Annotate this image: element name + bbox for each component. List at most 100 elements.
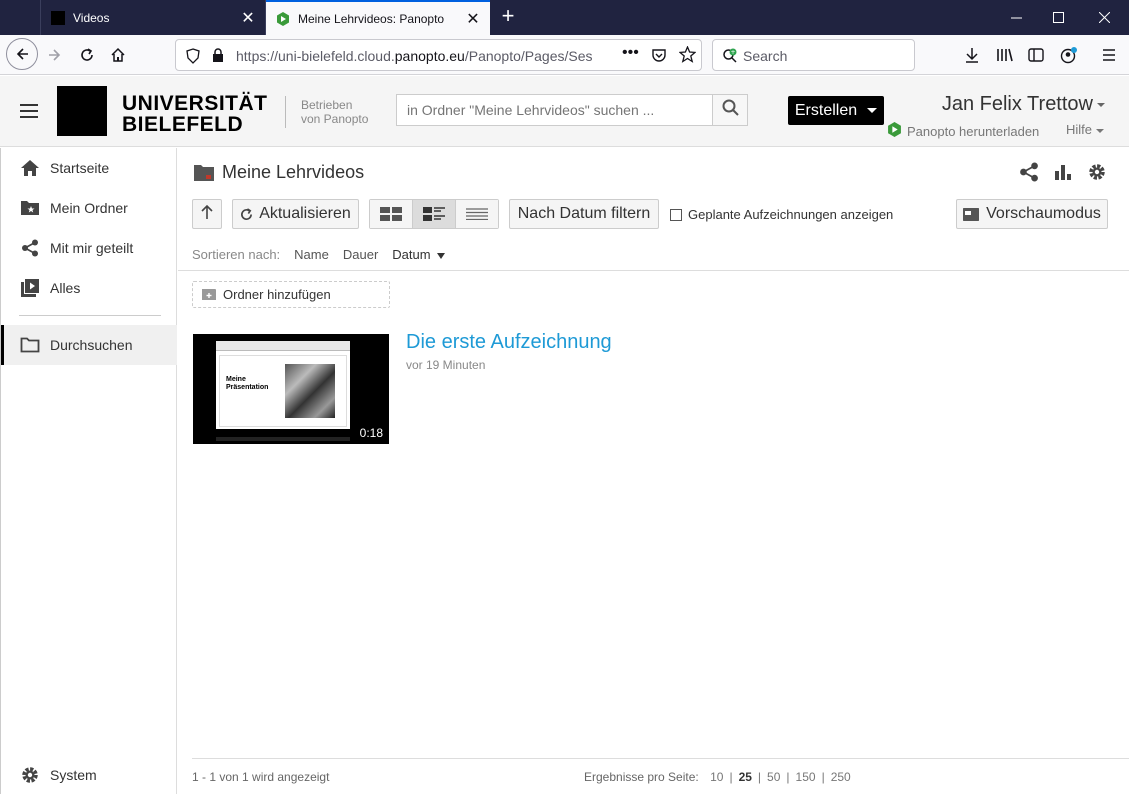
preview-label: Vorschaumodus bbox=[986, 205, 1101, 222]
browser-tab-bar: Videos ✕ Meine Lehrvideos: Panopto ✕ + bbox=[0, 0, 1129, 35]
share-icon[interactable] bbox=[1019, 162, 1039, 182]
menu-icon[interactable] bbox=[1094, 40, 1124, 70]
page-title: Meine Lehrvideos bbox=[222, 162, 365, 182]
divider bbox=[192, 758, 1129, 759]
caret-down-icon bbox=[867, 108, 878, 113]
caret-down-icon bbox=[1096, 128, 1105, 133]
sidebar-item-mein-ordner[interactable]: Mein Ordner bbox=[1, 188, 177, 228]
preview-mode-button[interactable]: Vorschaumodus bbox=[956, 199, 1108, 229]
hamburger-menu-icon[interactable] bbox=[20, 104, 38, 118]
gear-icon bbox=[19, 764, 41, 786]
scheduled-recordings-checkbox[interactable]: Geplante Aufzeichnungen anzeigen bbox=[670, 207, 893, 222]
sidebar-item-label: System bbox=[50, 767, 97, 783]
sidebar-toggle-icon[interactable] bbox=[1021, 40, 1051, 70]
folder-search-input[interactable] bbox=[397, 95, 712, 125]
create-button[interactable]: Erstellen bbox=[788, 96, 884, 125]
view-mode-toggle bbox=[369, 199, 499, 229]
account-icon[interactable] bbox=[1054, 40, 1084, 70]
grid-view-icon[interactable] bbox=[370, 200, 412, 228]
add-folder-button[interactable]: Ordner hinzufügen bbox=[192, 281, 390, 308]
folder-actions bbox=[1019, 162, 1107, 182]
video-thumbnail[interactable]: Meine Präsentation 0:18 bbox=[193, 334, 389, 444]
sidebar-item-label: Mein Ordner bbox=[50, 200, 128, 216]
black-square-favicon bbox=[51, 10, 65, 25]
browser-search-placeholder: Search bbox=[743, 48, 788, 64]
shield-icon[interactable] bbox=[186, 48, 200, 67]
page-actions-icon[interactable]: ••• bbox=[622, 44, 639, 62]
url-text: https://uni-bielefeld.cloud.panopto.eu/P… bbox=[236, 48, 593, 64]
user-menu[interactable]: Jan Felix Trettow bbox=[942, 93, 1105, 116]
per-page-option[interactable]: 50 bbox=[767, 770, 780, 784]
per-page-option[interactable]: 10 bbox=[710, 770, 723, 784]
arrow-up-icon bbox=[200, 204, 214, 225]
main-content: Meine Lehrvideos Aktualisieren Nach Datu… bbox=[178, 148, 1129, 794]
sidebar-item-mit-mir-geteilt[interactable]: Mit mir geteilt bbox=[1, 228, 177, 268]
close-tab-icon[interactable]: ✕ bbox=[462, 9, 484, 29]
refresh-icon bbox=[240, 207, 253, 221]
date-filter-button[interactable]: Nach Datum filtern bbox=[509, 199, 659, 229]
video-library-icon bbox=[19, 277, 41, 299]
up-folder-button[interactable] bbox=[192, 199, 222, 229]
sort-by-date[interactable]: Datum bbox=[392, 247, 445, 262]
reload-icon[interactable] bbox=[72, 40, 102, 70]
sidebar-item-durchsuchen[interactable]: Durchsuchen bbox=[1, 325, 177, 365]
downloads-icon[interactable] bbox=[957, 40, 987, 70]
help-menu[interactable]: Hilfe bbox=[1066, 122, 1105, 137]
sidebar-item-alles[interactable]: Alles bbox=[1, 268, 177, 308]
per-page-option[interactable]: 250 bbox=[831, 770, 851, 784]
sidebar-item-startseite[interactable]: Startseite bbox=[1, 148, 177, 188]
university-logo-mark bbox=[57, 86, 107, 136]
bookmark-star-icon[interactable] bbox=[678, 45, 697, 66]
search-button[interactable] bbox=[712, 95, 747, 125]
starred-folder-icon bbox=[19, 197, 41, 219]
new-tab-button[interactable]: + bbox=[496, 5, 520, 29]
add-folder-icon bbox=[202, 289, 216, 300]
download-label: Panopto herunterladen bbox=[907, 123, 1040, 139]
detail-view-icon[interactable] bbox=[412, 200, 455, 228]
forward-arrow-icon[interactable] bbox=[40, 40, 70, 70]
refresh-button[interactable]: Aktualisieren bbox=[232, 199, 359, 229]
sidebar: Startseite Mein Ordner Mit mir geteilt A… bbox=[0, 148, 177, 794]
sort-by-name[interactable]: Name bbox=[294, 247, 329, 262]
close-tab-icon[interactable]: ✕ bbox=[237, 8, 259, 28]
browser-nav-bar: https://uni-bielefeld.cloud.panopto.eu/P… bbox=[0, 35, 1129, 75]
sort-desc-caret-icon bbox=[436, 252, 445, 259]
folder-icon bbox=[193, 164, 215, 182]
video-duration: 0:18 bbox=[359, 426, 383, 440]
minimize-window-icon[interactable] bbox=[996, 0, 1036, 35]
settings-gear-icon[interactable] bbox=[1087, 162, 1107, 182]
lock-icon[interactable] bbox=[212, 48, 224, 66]
search-icon bbox=[722, 99, 739, 121]
thumbnail-slide-title: Meine Präsentation bbox=[226, 376, 269, 391]
close-window-icon[interactable] bbox=[1084, 0, 1124, 35]
add-folder-label: Ordner hinzufügen bbox=[223, 287, 331, 302]
pocket-icon[interactable] bbox=[651, 47, 667, 66]
stats-bar-chart-icon[interactable] bbox=[1053, 162, 1073, 182]
back-arrow-icon[interactable] bbox=[6, 38, 38, 70]
address-bar[interactable]: https://uni-bielefeld.cloud.panopto.eu/P… bbox=[175, 39, 702, 71]
maximize-window-icon[interactable] bbox=[1038, 0, 1078, 35]
scheduled-label: Geplante Aufzeichnungen anzeigen bbox=[688, 207, 894, 222]
panopto-icon bbox=[887, 122, 902, 140]
list-view-icon[interactable] bbox=[455, 200, 498, 228]
divider bbox=[178, 270, 1129, 271]
tab-videos[interactable]: Videos ✕ bbox=[40, 0, 266, 35]
sort-by-duration[interactable]: Dauer bbox=[343, 247, 378, 262]
date-filter-label: Nach Datum filtern bbox=[517, 205, 651, 222]
per-page-option[interactable]: 25 bbox=[739, 770, 752, 784]
folder-search bbox=[396, 94, 748, 126]
tab-meine-lehrvideos[interactable]: Meine Lehrvideos: Panopto ✕ bbox=[266, 0, 490, 35]
sidebar-item-system[interactable]: System bbox=[1, 755, 177, 794]
logo-divider bbox=[285, 96, 286, 128]
browser-search-field[interactable]: + Search bbox=[712, 39, 915, 71]
per-page-option[interactable]: 150 bbox=[796, 770, 816, 784]
checkbox-icon[interactable] bbox=[670, 208, 682, 221]
help-label: Hilfe bbox=[1066, 122, 1093, 137]
home-icon[interactable] bbox=[103, 40, 133, 70]
sort-prefix: Sortieren nach: bbox=[192, 247, 281, 262]
video-title-link[interactable]: Die erste Aufzeichnung bbox=[406, 331, 612, 354]
download-panopto-link[interactable]: Panopto herunterladen bbox=[887, 122, 1039, 140]
sort-bar: Sortieren nach: Name Dauer Datum bbox=[192, 247, 445, 262]
user-name: Jan Felix Trettow bbox=[941, 93, 1093, 115]
library-icon[interactable] bbox=[990, 40, 1020, 70]
